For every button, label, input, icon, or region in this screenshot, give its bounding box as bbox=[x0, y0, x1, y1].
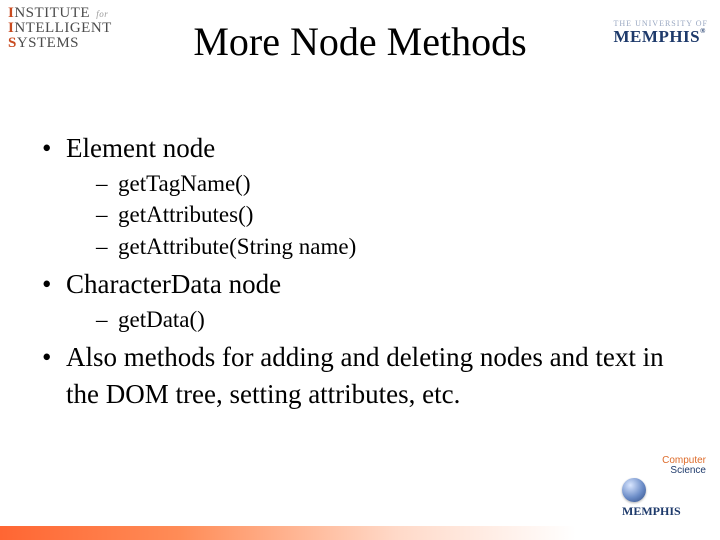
header: INSTITUTE for INTELLIGENT SYSTEMS THE UN… bbox=[0, 0, 720, 80]
slide: INSTITUTE for INTELLIGENT SYSTEMS THE UN… bbox=[0, 0, 720, 540]
bullet-text: Also methods for adding and deleting nod… bbox=[66, 342, 664, 408]
sub-list: getTagName() getAttributes() getAttribut… bbox=[66, 168, 684, 261]
bullet-item: Element node getTagName() getAttributes(… bbox=[36, 130, 684, 262]
globe-icon bbox=[622, 478, 646, 502]
sub-text: getTagName() bbox=[118, 171, 251, 196]
memphis-small: MEMPHIS bbox=[622, 504, 681, 518]
sub-text: getData() bbox=[118, 307, 205, 332]
sub-item: getAttribute(String name) bbox=[96, 231, 684, 262]
bullet-item: CharacterData node getData() bbox=[36, 266, 684, 335]
bullet-text: CharacterData node bbox=[66, 269, 281, 299]
sub-list: getData() bbox=[66, 304, 684, 335]
bullet-item: Also methods for adding and deleting nod… bbox=[36, 339, 684, 412]
sub-item: getAttributes() bbox=[96, 199, 684, 230]
footer-gradient bbox=[0, 526, 720, 540]
sub-text: getAttribute(String name) bbox=[118, 234, 356, 259]
cs-memphis-badge: Computer Science MEMPHIS bbox=[622, 456, 706, 520]
cs-label: Computer Science bbox=[622, 456, 706, 476]
sub-item: getTagName() bbox=[96, 168, 684, 199]
content: Element node getTagName() getAttributes(… bbox=[36, 130, 684, 416]
bullet-list: Element node getTagName() getAttributes(… bbox=[36, 130, 684, 412]
bullet-text: Element node bbox=[66, 133, 215, 163]
sub-item: getData() bbox=[96, 304, 684, 335]
slide-title: More Node Methods bbox=[0, 18, 720, 65]
sub-text: getAttributes() bbox=[118, 202, 253, 227]
cs-word2: Science bbox=[670, 465, 706, 476]
